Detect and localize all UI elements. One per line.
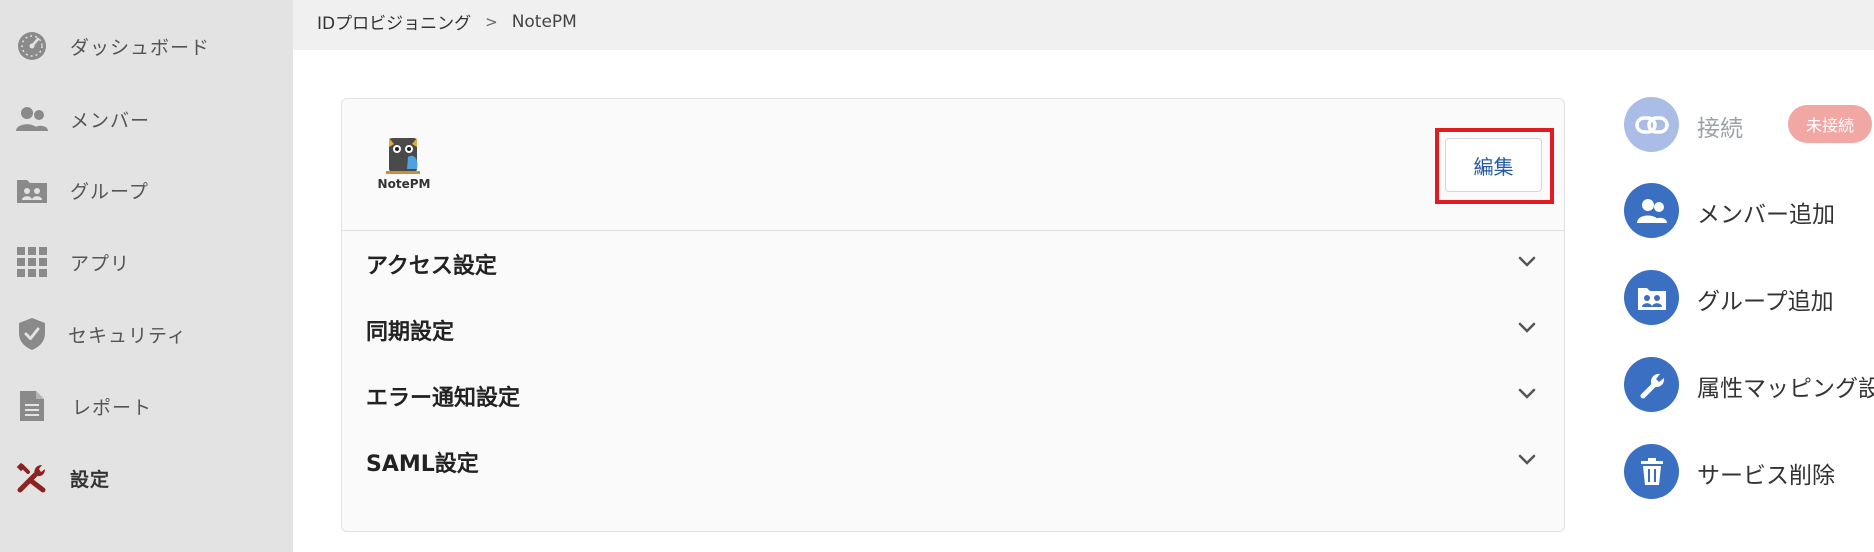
accordion-title: アクセス設定 — [366, 254, 497, 279]
notepm-logo: NotePM — [376, 135, 432, 201]
chevron-down-icon — [1518, 454, 1536, 465]
sidebar-item-label: メンバー — [70, 109, 151, 132]
shield-check-icon — [14, 316, 50, 352]
sidebar-item-groups[interactable]: グループ — [0, 160, 293, 220]
accordion-title: エラー通知設定 — [366, 386, 521, 411]
accordion-error-notification-settings[interactable]: エラー通知設定 — [342, 364, 1564, 424]
accordion-title: 同期設定 — [366, 320, 455, 345]
sidebar-item-apps[interactable]: アプリ — [0, 232, 293, 292]
users-icon — [14, 101, 50, 137]
attribute-mapping-button[interactable]: 属性マッピング設 — [1624, 357, 1874, 413]
wrench-icon — [1624, 357, 1679, 412]
group-folder-icon — [1624, 270, 1679, 325]
sidebar: ダッシュボード メンバー グループ アプリ セキュリティ レポート 設定 — [0, 0, 293, 552]
accordion-sync-settings[interactable]: 同期設定 — [342, 298, 1564, 358]
document-icon — [14, 388, 50, 424]
attribute-mapping-label: 属性マッピング設 — [1697, 376, 1874, 402]
connect-action: 接続 未接続 — [1624, 97, 1874, 153]
chevron-down-icon — [1518, 256, 1536, 267]
chevron-down-icon — [1518, 388, 1536, 399]
sidebar-item-settings[interactable]: 設定 — [0, 448, 293, 508]
speedometer-icon — [14, 28, 50, 64]
sidebar-item-reports[interactable]: レポート — [0, 376, 293, 436]
sidebar-item-dashboard[interactable]: ダッシュボード — [0, 16, 293, 76]
sidebar-item-label: アプリ — [70, 252, 131, 275]
delete-service-button[interactable]: サービス削除 — [1624, 444, 1874, 500]
sidebar-item-label: グループ — [70, 180, 149, 203]
add-member-button[interactable]: メンバー追加 — [1624, 183, 1874, 239]
sidebar-item-label: ダッシュボード — [70, 36, 211, 59]
breadcrumb-separator: > — [485, 12, 498, 31]
sidebar-item-security[interactable]: セキュリティ — [0, 304, 293, 364]
add-group-button[interactable]: グループ追加 — [1624, 270, 1874, 326]
breadcrumb-parent-link[interactable]: IDプロビジョニング — [317, 9, 471, 34]
sidebar-item-members[interactable]: メンバー — [0, 89, 293, 149]
apps-grid-icon — [14, 244, 50, 280]
status-badge: 未接続 — [1788, 105, 1873, 143]
trash-icon — [1624, 444, 1679, 499]
sidebar-item-label: レポート — [72, 396, 153, 419]
chevron-down-icon — [1518, 322, 1536, 333]
card-header: NotePM 編集 — [342, 99, 1564, 231]
users-icon — [1624, 183, 1679, 238]
accordion-access-settings[interactable]: アクセス設定 — [342, 232, 1564, 292]
accordion-saml-settings[interactable]: SAML設定 — [342, 430, 1564, 490]
add-member-label: メンバー追加 — [1697, 202, 1835, 228]
edit-button[interactable]: 編集 — [1445, 138, 1542, 192]
link-icon — [1624, 97, 1679, 152]
add-group-label: グループ追加 — [1697, 289, 1834, 315]
service-card: NotePM 編集 アクセス設定 同期設定 エラー通知設定 SAML設定 — [341, 98, 1565, 532]
sidebar-item-label: 設定 — [70, 468, 111, 491]
breadcrumb-current: NotePM — [511, 11, 577, 32]
sidebar-item-label: セキュリティ — [68, 324, 187, 347]
logo-text: NotePM — [377, 177, 431, 191]
tools-icon — [14, 460, 50, 496]
breadcrumb: IDプロビジョニング > NotePM — [317, 9, 577, 35]
accordion-title: SAML設定 — [366, 452, 479, 477]
topbar: IDプロビジョニング > NotePM — [293, 0, 1874, 50]
connect-label: 接続 — [1697, 116, 1743, 142]
group-folder-icon — [14, 172, 50, 208]
delete-service-label: サービス削除 — [1697, 463, 1835, 489]
